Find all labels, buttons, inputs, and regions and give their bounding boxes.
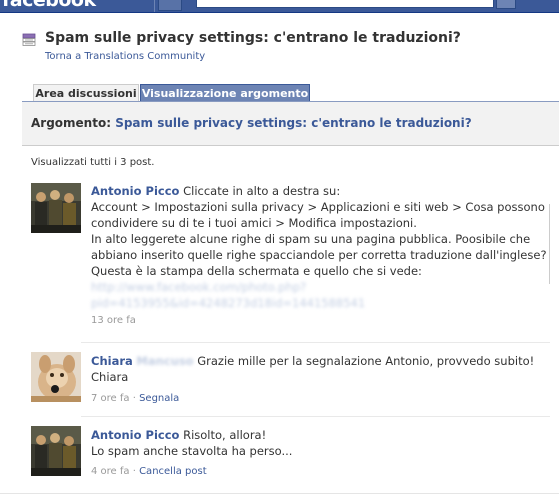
post-timestamp: 4 ore fa	[91, 466, 130, 477]
facebook-logo[interactable]: facebook	[2, 0, 96, 11]
post-text-line: Account > Impostazioni sulla privacy > A…	[91, 200, 545, 214]
avatar[interactable]	[31, 426, 81, 476]
screenshot-link-continued[interactable]: pid=4153955&id=4248273d18id=1441588541	[91, 295, 547, 311]
top-nav-bar: facebook	[0, 0, 559, 13]
nav-divider	[154, 0, 155, 12]
post-text-line: Questa è la stampa della schermata e que…	[91, 264, 422, 278]
post-divider	[0, 493, 559, 494]
post-text-line: Lo spam anche stavolta ha perso...	[91, 444, 293, 458]
post-2: Chiara Mancuso Grazie mille per la segna…	[91, 353, 534, 406]
post-text-line: Cliccate in alto a destra su:	[183, 184, 341, 198]
post-text-line: Grazie mille per la segnalazione Antonio…	[197, 354, 535, 368]
notifications-button[interactable]	[158, 0, 182, 11]
report-link[interactable]: Segnala	[139, 393, 179, 404]
content-edge	[549, 204, 550, 284]
post-author-link[interactable]: Chiara	[91, 354, 133, 368]
post-text-line: abbiano inserito quelle righe spacciando…	[91, 248, 547, 262]
page-title: Spam sulle privacy settings: c'entrano l…	[45, 30, 461, 46]
avatar[interactable]	[31, 352, 81, 402]
search-button[interactable]	[496, 0, 516, 9]
discussion-topic-icon	[22, 33, 36, 46]
post-divider	[81, 342, 550, 343]
post-text-line: Chiara	[91, 370, 129, 384]
topic-title-link[interactable]: Spam sulle privacy settings: c'entrano l…	[115, 116, 471, 130]
avatar[interactable]	[31, 183, 81, 233]
delete-post-link[interactable]: Cancella post	[139, 466, 207, 477]
post-meta: 4 ore fa · Cancella post	[91, 466, 207, 477]
post-3: Antonio Picco Risolto, allora! Lo spam a…	[91, 427, 292, 479]
post-count: Visualizzati tutti i 3 post.	[31, 157, 155, 168]
topic-label: Argomento:	[31, 116, 112, 130]
topic-header-bar: Argomento: Spam sulle privacy settings: …	[22, 102, 559, 146]
post-divider	[81, 416, 550, 417]
tab-area-discussioni[interactable]: Area discussioni	[33, 84, 139, 101]
topic-heading: Argomento: Spam sulle privacy settings: …	[31, 116, 472, 130]
post-text-line: In alto leggerete alcune righe di spam s…	[91, 232, 531, 246]
tab-visualizzazione-argomento[interactable]: Visualizzazione argomento	[140, 84, 310, 101]
post-text-line: condividere su di te i tuoi amici > Modi…	[91, 216, 417, 230]
blurred-surname: Mancuso	[136, 354, 194, 368]
post-author-link[interactable]: Antonio Picco	[91, 428, 179, 442]
post-timestamp: 7 ore fa	[91, 393, 130, 404]
post-author-link[interactable]: Antonio Picco	[91, 184, 179, 198]
back-to-community-link[interactable]: Torna a Translations Community	[45, 51, 205, 62]
post-text-line: Risolto, allora!	[183, 428, 267, 442]
screenshot-link[interactable]: http://www.facebook.com/photo.php?	[91, 279, 547, 295]
post-meta: 7 ore fa · Segnala	[91, 393, 180, 404]
search-input[interactable]	[196, 0, 494, 8]
post-1: Antonio Picco Cliccate in alto a destra …	[91, 183, 547, 328]
post-timestamp: 13 ore fa	[91, 315, 136, 326]
